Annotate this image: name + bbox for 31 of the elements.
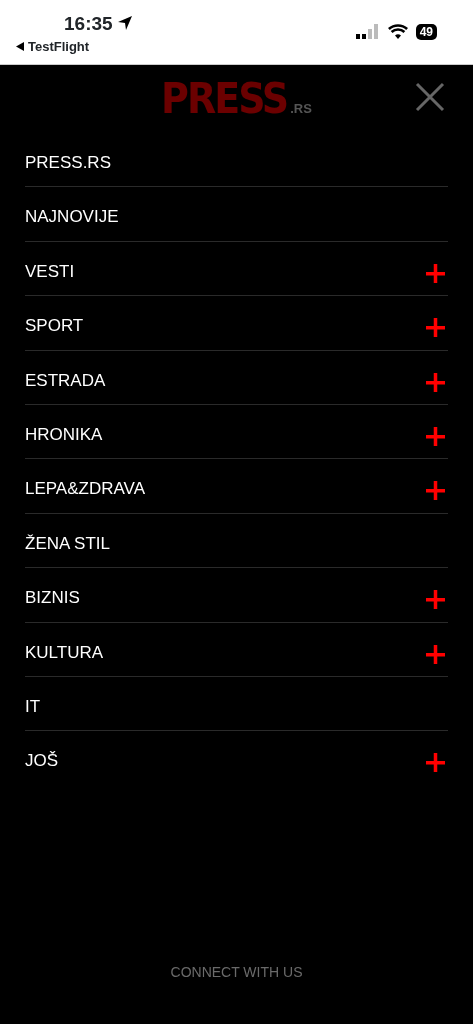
plus-icon[interactable] <box>426 372 445 392</box>
plus-icon[interactable] <box>426 644 445 664</box>
menu-item[interactable]: HRONIKA <box>25 404 103 459</box>
menu-item[interactable]: ŽENA STIL <box>25 513 111 568</box>
plus-icon[interactable] <box>426 753 445 773</box>
connect-heading: CONNECT WITH US <box>170 963 303 980</box>
logo: PRESS <box>161 78 288 120</box>
wifi-icon <box>387 24 408 40</box>
back-link[interactable]: TestFlight <box>28 36 90 57</box>
plus-icon[interactable] <box>426 263 445 283</box>
plus-icon[interactable] <box>426 318 445 338</box>
back-arrow-icon[interactable] <box>16 42 24 51</box>
plus-icon[interactable] <box>426 590 445 610</box>
menu-item[interactable]: IT <box>25 676 41 731</box>
menu-item[interactable]: SPORT <box>25 296 84 350</box>
menu-item[interactable]: VESTI <box>25 241 75 296</box>
menu-item[interactable]: LEPA&ZDRAVA <box>25 459 145 513</box>
location-icon <box>116 15 133 32</box>
menu-item[interactable]: JOŠ <box>25 731 59 786</box>
plus-icon[interactable] <box>426 481 445 501</box>
menu-item[interactable]: KULTURA <box>25 622 104 676</box>
menu-item[interactable]: ESTRADA <box>25 350 106 404</box>
menu-item[interactable]: NAJNOVIJE <box>25 187 119 241</box>
battery-level: 49 <box>415 23 437 41</box>
logo-suffix: .RS <box>290 99 312 118</box>
menu-item[interactable]: PRESS.RS <box>25 133 111 187</box>
signal-icon <box>355 24 380 40</box>
menu-item[interactable]: BIZNIS <box>25 568 80 622</box>
status-time: 16:35 <box>64 13 113 33</box>
close-button[interactable] <box>415 82 445 112</box>
plus-icon[interactable] <box>426 426 445 446</box>
